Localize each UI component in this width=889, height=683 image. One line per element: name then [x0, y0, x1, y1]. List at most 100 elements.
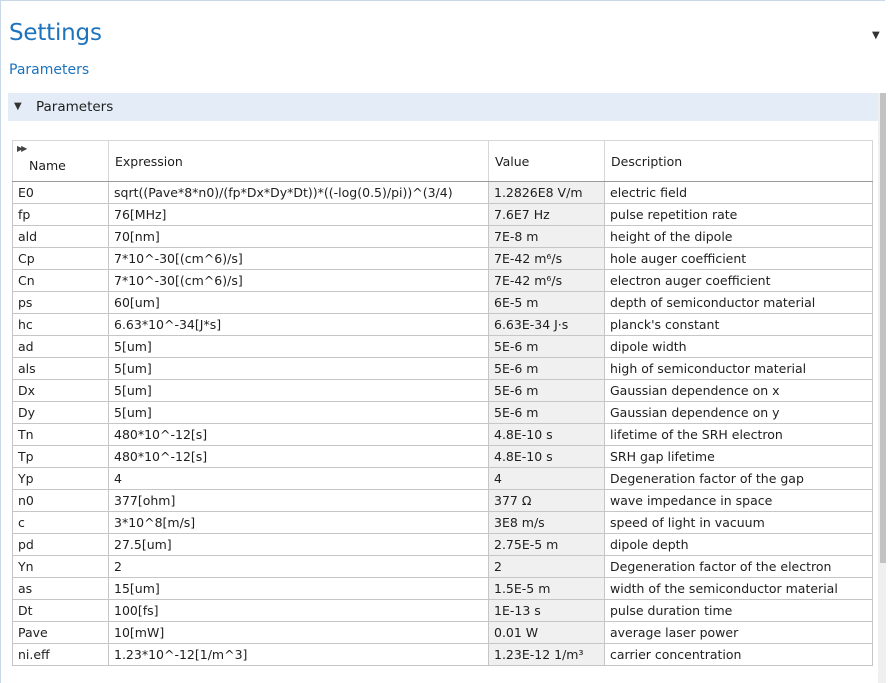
cell-expression[interactable]: 5[um] — [108, 401, 489, 424]
cell-name[interactable]: Cn — [12, 269, 109, 292]
cell-name[interactable]: Dy — [12, 401, 109, 424]
cell-description[interactable]: electron auger coefficient — [604, 269, 873, 292]
table-row[interactable]: n0 377[ohm] 377 Ωwave impedance in space — [12, 489, 873, 512]
table-row[interactable]: ni.eff 1.23*10^-12[1/m^3] 1.23E-12 1/m³ car… — [12, 643, 873, 666]
cell-description[interactable]: speed of light in vacuum — [604, 511, 873, 534]
cell-description[interactable]: depth of semiconductor material — [604, 291, 873, 314]
table-row[interactable]: pd 27.5[um] 2.75E-5 m dipole depth — [12, 533, 873, 556]
cell-name[interactable]: Dt — [12, 599, 109, 622]
column-header-value[interactable]: Value — [488, 140, 605, 182]
parameters-table: ▶▶ Name Expression Value Description E0 s… — [12, 140, 873, 666]
cell-name[interactable]: Dx — [12, 379, 109, 402]
cell-description[interactable]: dipole depth — [604, 533, 873, 556]
cell-description[interactable]: width of the semiconductor material — [604, 577, 873, 600]
table-row[interactable]: hc 6.63*10^-34[J*s] 6.63E-34 J·s planck's c… — [12, 313, 873, 336]
cell-name[interactable]: E0 — [12, 181, 109, 204]
table-row[interactable]: Yp 4 4 Degeneration factor of the gap — [12, 467, 873, 490]
expand-columns-icon[interactable]: ▶▶ — [17, 144, 27, 153]
cell-description[interactable]: Gaussian dependence on y — [604, 401, 873, 424]
cell-name[interactable]: Pave — [12, 621, 109, 644]
column-header-expression[interactable]: Expression — [108, 140, 489, 182]
cell-expression[interactable]: 377[ohm] — [108, 489, 489, 512]
table-row[interactable]: c 3*10^8[m/s] 3E8 m/s speed of light in vac… — [12, 511, 873, 534]
cell-name[interactable]: als — [12, 357, 109, 380]
table-row[interactable]: Yn 2 2 Degeneration factor of the electron — [12, 555, 873, 578]
table-row[interactable]: Cn 7*10^-30[(cm^6)/s] 7E-42 m⁶/s electron a… — [12, 269, 873, 292]
cell-description[interactable]: SRH gap lifetime — [604, 445, 873, 468]
cell-expression[interactable]: 5[um] — [108, 379, 489, 402]
cell-name[interactable]: Yn — [12, 555, 109, 578]
table-row[interactable]: ad 5[um] 5E-6 m dipole width — [12, 335, 873, 358]
cell-expression[interactable]: 480*10^-12[s] — [108, 423, 489, 446]
table-row[interactable]: Dy 5[um] 5E-6 m Gaussian dependence on y — [12, 401, 873, 424]
panel-menu-arrow-icon[interactable]: ▼ — [872, 30, 880, 41]
cell-expression[interactable]: 480*10^-12[s] — [108, 445, 489, 468]
cell-name[interactable]: Tp — [12, 445, 109, 468]
table-row[interactable]: fp 76[MHz] 7.6E7 Hz pulse repetition rate — [12, 203, 873, 226]
table-row[interactable]: Dt 100[fs] 1E-13 s pulse duration time — [12, 599, 873, 622]
cell-expression[interactable]: 100[fs] — [108, 599, 489, 622]
table-row[interactable]: Dx 5[um] 5E-6 m Gaussian dependence on x — [12, 379, 873, 402]
cell-expression[interactable]: 7*10^-30[(cm^6)/s] — [108, 247, 489, 270]
parameters-section-header[interactable]: ▼ Parameters — [8, 93, 880, 121]
scrollbar-thumb[interactable] — [880, 93, 886, 563]
table-row[interactable]: as 15[um] 1.5E-5 m width of the semiconduct… — [12, 577, 873, 600]
cell-name[interactable]: ald — [12, 225, 109, 248]
cell-name[interactable]: ni.eff — [12, 643, 109, 666]
cell-expression[interactable]: 7*10^-30[(cm^6)/s] — [108, 269, 489, 292]
table-row[interactable]: Cp 7*10^-30[(cm^6)/s] 7E-42 m⁶/s hole auger… — [12, 247, 873, 270]
cell-description[interactable]: Degeneration factor of the electron — [604, 555, 873, 578]
cell-expression[interactable]: 5[um] — [108, 357, 489, 380]
table-row[interactable]: Tp 480*10^-12[s] 4.8E-10 s SRH gap lifetime — [12, 445, 873, 468]
table-row[interactable]: E0 sqrt((Pave*8*n0)/(fp*Dx*Dy*Dt))*((-log… — [12, 181, 873, 204]
cell-expression[interactable]: 2 — [108, 555, 489, 578]
cell-description[interactable]: Degeneration factor of the gap — [604, 467, 873, 490]
table-row[interactable]: als 5[um] 5E-6 m high of semiconductor mate… — [12, 357, 873, 380]
cell-name[interactable]: ps — [12, 291, 109, 314]
cell-description[interactable]: wave impedance in space — [604, 489, 873, 512]
cell-expression[interactable]: 4 — [108, 467, 489, 490]
cell-description[interactable]: pulse duration time — [604, 599, 873, 622]
table-row[interactable]: Pave 10[mW] 0.01 Waverage laser power — [12, 621, 873, 644]
cell-description[interactable]: lifetime of the SRH electron — [604, 423, 873, 446]
collapse-caret-icon[interactable]: ▼ — [14, 101, 22, 112]
cell-name[interactable]: ad — [12, 335, 109, 358]
cell-description[interactable]: average laser power — [604, 621, 873, 644]
cell-description[interactable]: pulse repetition rate — [604, 203, 873, 226]
cell-description[interactable]: high of semiconductor material — [604, 357, 873, 380]
cell-expression[interactable]: sqrt((Pave*8*n0)/(fp*Dx*Dy*Dt))*((-log(0… — [108, 181, 489, 204]
cell-name[interactable]: hc — [12, 313, 109, 336]
cell-expression[interactable]: 76[MHz] — [108, 203, 489, 226]
column-header-name[interactable]: ▶▶ Name — [12, 140, 109, 182]
cell-expression[interactable]: 60[um] — [108, 291, 489, 314]
cell-name[interactable]: as — [12, 577, 109, 600]
cell-name[interactable]: c — [12, 511, 109, 534]
cell-description[interactable]: planck's constant — [604, 313, 873, 336]
cell-expression[interactable]: 15[um] — [108, 577, 489, 600]
cell-expression[interactable]: 6.63*10^-34[J*s] — [108, 313, 489, 336]
cell-expression[interactable]: 70[nm] — [108, 225, 489, 248]
cell-description[interactable]: hole auger coefficient — [604, 247, 873, 270]
cell-value: 1.5E-5 m — [488, 577, 605, 600]
cell-expression[interactable]: 27.5[um] — [108, 533, 489, 556]
cell-description[interactable]: carrier concentration — [604, 643, 873, 666]
cell-value: 4.8E-10 s — [488, 423, 605, 446]
cell-expression[interactable]: 10[mW] — [108, 621, 489, 644]
cell-expression[interactable]: 5[um] — [108, 335, 489, 358]
table-row[interactable]: Tn 480*10^-12[s] 4.8E-10 s lifetime of the … — [12, 423, 873, 446]
cell-description[interactable]: Gaussian dependence on x — [604, 379, 873, 402]
cell-name[interactable]: Cp — [12, 247, 109, 270]
cell-name[interactable]: fp — [12, 203, 109, 226]
cell-name[interactable]: Tn — [12, 423, 109, 446]
cell-name[interactable]: n0 — [12, 489, 109, 512]
cell-expression[interactable]: 1.23*10^-12[1/m^3] — [108, 643, 489, 666]
cell-description[interactable]: height of the dipole — [604, 225, 873, 248]
cell-name[interactable]: Yp — [12, 467, 109, 490]
table-row[interactable]: ps 60[um] 6E-5 m depth of semiconductor mat… — [12, 291, 873, 314]
cell-name[interactable]: pd — [12, 533, 109, 556]
cell-expression[interactable]: 3*10^8[m/s] — [108, 511, 489, 534]
cell-description[interactable]: electric field — [604, 181, 873, 204]
cell-description[interactable]: dipole width — [604, 335, 873, 358]
column-header-description[interactable]: Description — [604, 140, 873, 182]
table-row[interactable]: ald 70[nm] 7E-8 m height of the dipole — [12, 225, 873, 248]
